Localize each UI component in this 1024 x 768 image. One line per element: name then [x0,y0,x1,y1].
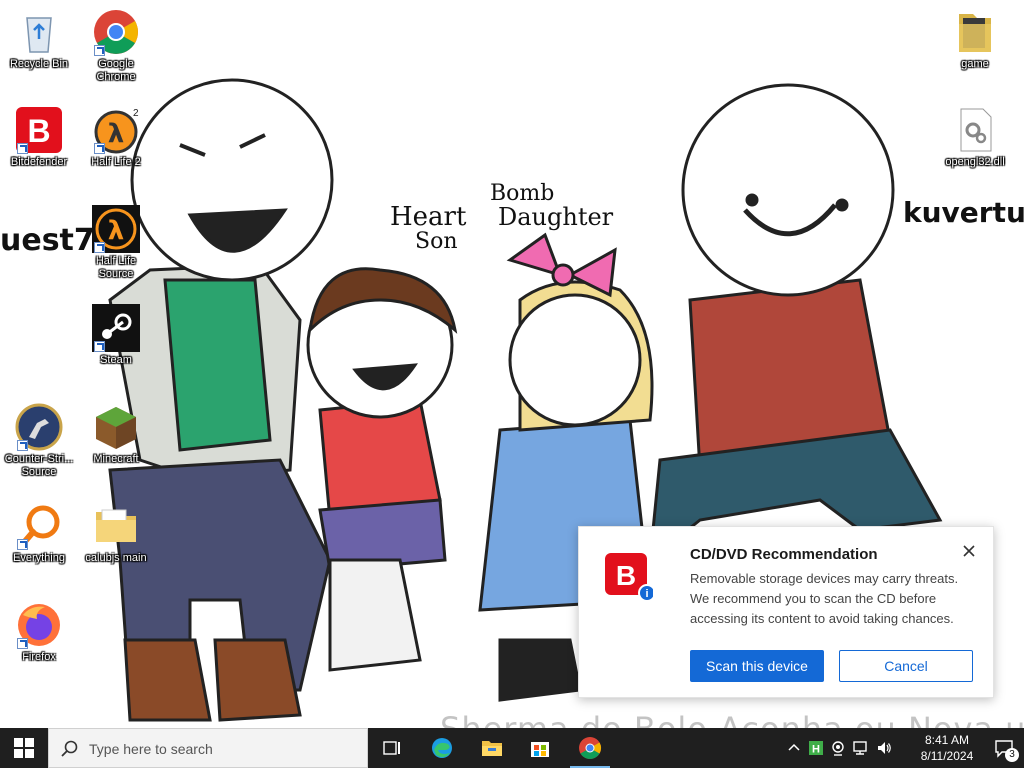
desktop-icon-steam[interactable]: Steam [78,304,154,367]
wallpaper-text-heart: Heart [390,202,467,232]
svg-text:B: B [27,113,50,149]
desktop-icon-firefox[interactable]: Firefox [1,601,77,664]
everything-icon [15,502,63,550]
task-view-button[interactable] [368,728,416,768]
webcam-icon[interactable] [830,740,846,756]
recycle-bin-icon [15,8,63,56]
notification-count-badge: 3 [1005,748,1019,762]
folder-icon [92,502,140,550]
store-icon [531,742,549,757]
desktop-icon-google-chrome[interactable]: Google Chrome [78,8,154,84]
firefox-icon [15,601,63,649]
network-icon[interactable] [852,740,868,756]
desktop-icon-bitdefender[interactable]: B Bitdefender [1,106,77,169]
svg-text:λ: λ [108,119,124,149]
windows-logo-icon [14,738,34,758]
desktop-icon-minecraft[interactable]: Minecraft [78,403,154,466]
close-icon[interactable] [959,541,979,561]
taskbar: Type here to search H 8:41 AM 8/11/2024 … [0,728,1024,768]
taskbar-microsoft-store[interactable] [516,728,564,768]
taskbar-search-box[interactable]: Type here to search [48,728,368,768]
bitdefender-cd-dvd-notification: Bi CD/DVD Recommendation Removable stora… [578,526,994,698]
desktop-icon-label: Minecraft [93,453,139,465]
dll-file-icon [951,106,999,154]
counter-strike-icon [15,403,63,451]
cancel-button[interactable]: Cancel [839,650,973,682]
search-placeholder: Type here to search [89,741,213,757]
chevron-up-icon[interactable] [786,740,802,756]
file-explorer-icon [482,741,502,756]
svg-text:λ: λ [108,216,124,246]
desktop-icon-half-life-source[interactable]: λ Half Life Source [78,205,154,281]
chrome-icon [92,8,140,56]
svg-text:B: B [616,560,636,591]
desktop-icon-label: Everything [13,552,65,564]
svg-text:H: H [812,744,820,756]
desktop-icon-counter-strike-source[interactable]: Counter-Stri... Source [1,403,77,479]
clock[interactable]: 8:41 AM 8/11/2024 [912,732,982,764]
edge-icon [432,738,452,758]
clock-date: 8/11/2024 [920,749,974,763]
clock-time: 8:41 AM [924,733,970,747]
scan-this-device-button[interactable]: Scan this device [690,650,824,682]
desktop-icon-label: opengl32.dll [945,156,1005,168]
desktop-icon-label: Half Life 2 [91,156,141,168]
half-life-icon: λ [92,205,140,253]
bitdefender-icon: B [15,106,63,154]
taskbar-file-explorer[interactable] [468,728,516,768]
desktop-icon-label: Bitdefender [10,156,68,168]
svg-text:2: 2 [133,108,139,119]
desktop-icon-label: Firefox [22,651,56,663]
desktop-icon-recycle-bin[interactable]: Recycle Bin [1,8,77,71]
wallpaper-text-son: Son [415,229,458,254]
task-view-icon [383,741,400,755]
svg-text:i: i [645,588,648,600]
desktop-icon-opengl32-dll[interactable]: opengl32.dll [937,106,1013,169]
desktop-icon-label: Steam [100,354,132,366]
desktop-icon-game[interactable]: game [937,8,1013,71]
notification-center-button[interactable]: 3 [984,728,1024,768]
chrome-icon [579,737,601,759]
taskbar-chrome[interactable] [566,728,614,768]
half-life-2-icon: λ2 [92,106,140,154]
desktop-icon-everything[interactable]: Everything [1,502,77,565]
notification-title: CD/DVD Recommendation [690,546,878,563]
search-icon [61,740,78,757]
desktop-icon-label: Google Chrome [96,58,136,83]
hamachi-icon[interactable]: H [808,740,824,756]
wallpaper-text-daughter: Daughter [498,203,614,231]
notification-message: Removable storage devices may carry thre… [690,571,959,626]
minecraft-icon [92,403,140,451]
steam-icon [92,304,140,352]
bitdefender-icon: Bi [605,553,656,602]
desktop-icon-label: calubjs main [85,552,147,564]
desktop-icon-calubjs-main[interactable]: calubjs main [78,502,154,565]
desktop-icon-half-life-2[interactable]: λ2 Half Life 2 [78,106,154,169]
desktop-icon-label: Half Life Source [95,255,137,280]
volume-icon[interactable] [876,740,892,756]
desktop-icon-label: Counter-Stri... Source [4,453,74,478]
desktop-icon-label: game [961,58,989,70]
folder-icon [951,8,999,56]
taskbar-edge[interactable] [418,728,466,768]
wallpaper-text-kuvertu: kuvertu [903,196,1024,229]
start-button[interactable] [0,728,48,768]
desktop-icon-label: Recycle Bin [9,58,69,70]
